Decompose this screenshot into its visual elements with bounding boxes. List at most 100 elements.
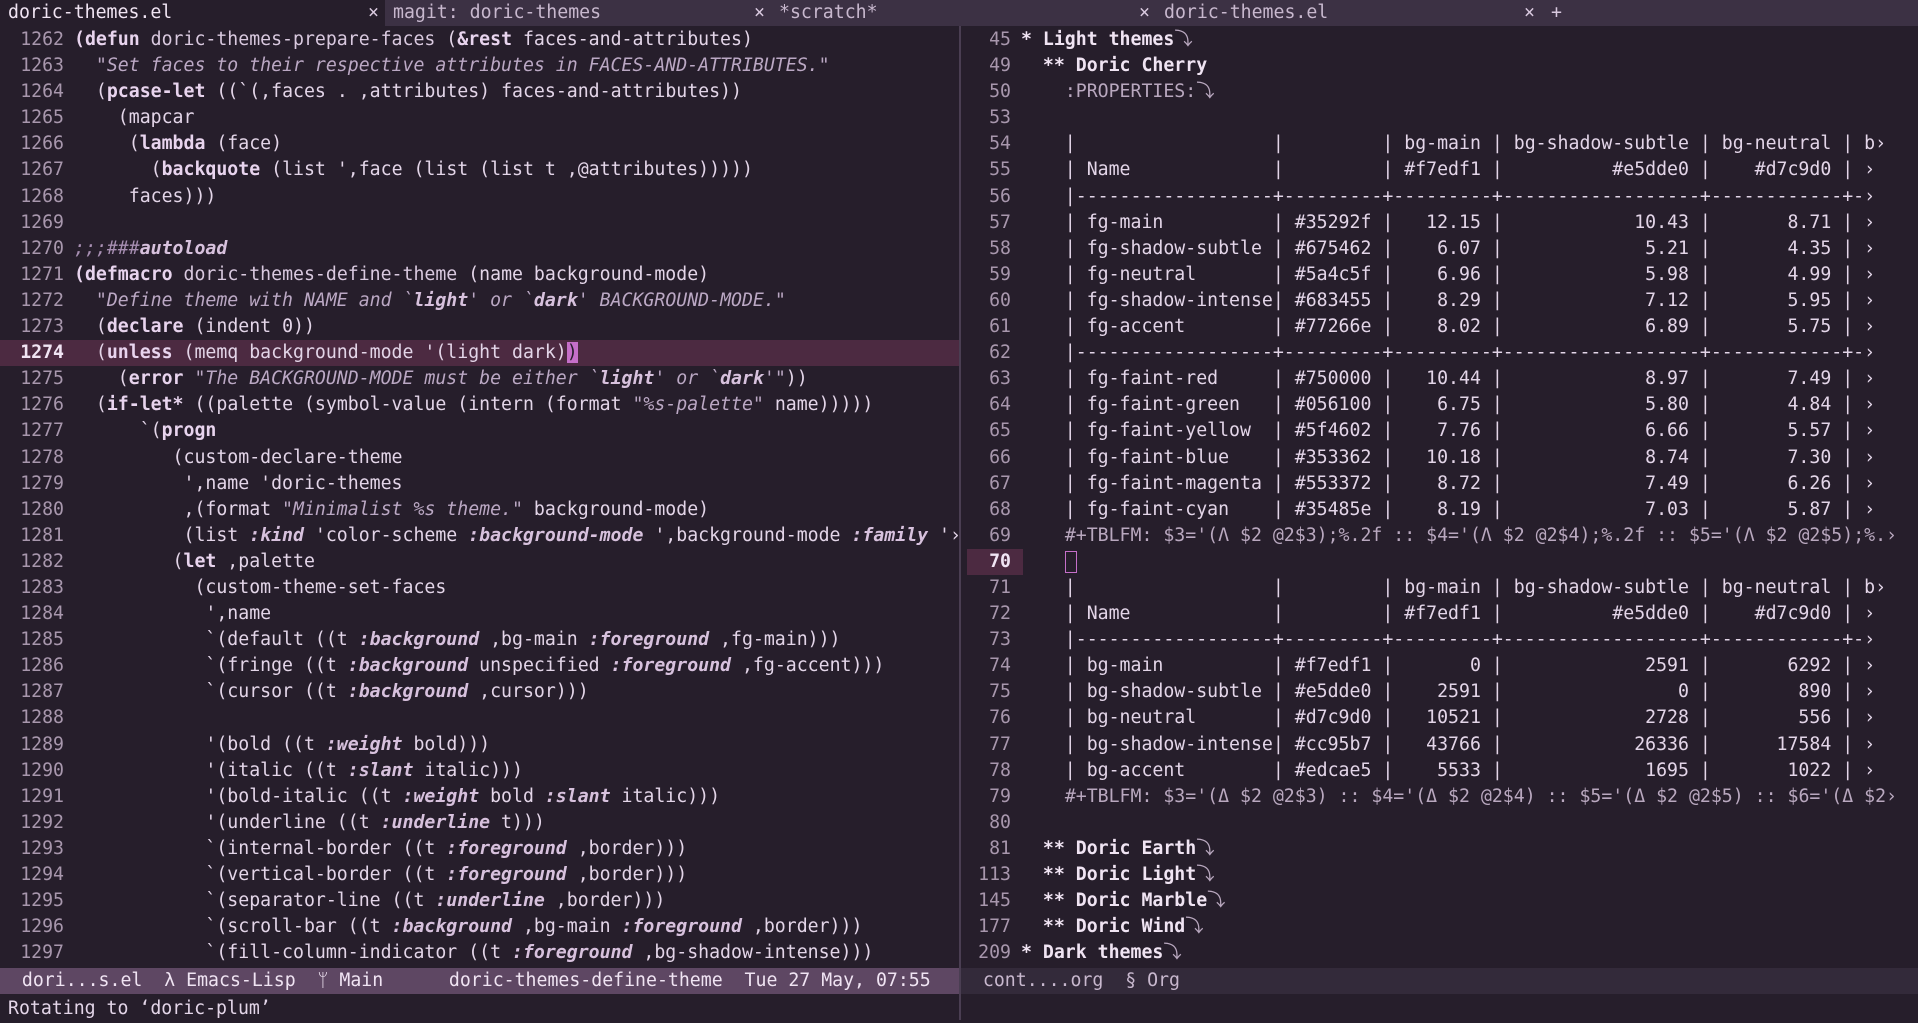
line-text[interactable]: `(progn: [74, 420, 217, 441]
line-text[interactable]: (defun doric-themes-prepare-faces (&rest…: [74, 29, 753, 50]
code-line[interactable]: 1284 ',name: [0, 601, 959, 627]
line-text[interactable]: | fg-accent | #77266e | 8.02 | 6.89 | 5.…: [1021, 316, 1875, 337]
line-text[interactable]: | bg-shadow-intense| #cc95b7 | 43766 | 2…: [1021, 734, 1875, 755]
mode-line-left[interactable]: dori...s.el λ Emacs-Lisp ᛘ Main doric-th…: [0, 968, 959, 994]
line-text[interactable]: ** Doric Light⤵: [1021, 864, 1215, 885]
line-text[interactable]: (custom-theme-set-faces: [74, 577, 446, 598]
line-text[interactable]: * Light themes⤵: [1021, 29, 1193, 50]
code-line[interactable]: 62 |------------------+---------+-------…: [961, 340, 1918, 366]
code-line[interactable]: 55 | Name | | #f7edf1 | #e5dde0 | #d7c9d…: [961, 157, 1918, 183]
code-line[interactable]: 209 * Dark themes⤵: [961, 940, 1918, 966]
line-text[interactable]: | fg-shadow-subtle | #675462 | 6.07 | 5.…: [1021, 238, 1875, 259]
line-text[interactable]: [1021, 550, 1077, 573]
line-text[interactable]: (defmacro doric-themes-define-theme (nam…: [74, 264, 709, 285]
code-line[interactable]: 63 | fg-faint-red | #750000 | 10.44 | 8.…: [961, 366, 1918, 392]
line-text[interactable]: `(internal-border ((t :foreground ,borde…: [74, 838, 687, 859]
line-text[interactable]: | fg-faint-cyan | #35485e | 8.19 | 7.03 …: [1021, 499, 1875, 520]
line-text[interactable]: "Set faces to their respective attribute…: [74, 55, 830, 76]
code-line[interactable]: 1263 "Set faces to their respective attr…: [0, 53, 959, 79]
line-text[interactable]: (unless (memq background-mode '(light da…: [74, 342, 578, 364]
code-line[interactable]: 1291 '(bold-italic ((t :weight bold :sla…: [0, 784, 959, 810]
line-text[interactable]: | bg-neutral | #d7c9d0 | 10521 | 2728 | …: [1021, 707, 1875, 728]
tab-4[interactable]: doric-themes.el ×: [1156, 0, 1541, 26]
code-line[interactable]: 1264 (pcase-let ((`(,faces . ,attributes…: [0, 79, 959, 105]
code-line[interactable]: 177 ** Doric Wind⤵: [961, 914, 1918, 940]
line-text[interactable]: (let ,palette: [74, 551, 315, 572]
code-line[interactable]: 65 | fg-faint-yellow | #5f4602 | 7.76 | …: [961, 418, 1918, 444]
line-text[interactable]: '(underline ((t :underline t))): [74, 812, 544, 833]
code-line[interactable]: 77 | bg-shadow-intense| #cc95b7 | 43766 …: [961, 732, 1918, 758]
code-line[interactable]: 1292 '(underline ((t :underline t))): [0, 810, 959, 836]
line-text[interactable]: :PROPERTIES:⤵: [1021, 81, 1215, 102]
left-editor-pane[interactable]: 1262 (defun doric-themes-prepare-faces (&…: [0, 27, 959, 968]
line-text[interactable]: '(bold ((t :weight bold))): [74, 734, 490, 755]
line-text[interactable]: '(italic ((t :slant italic))): [74, 760, 523, 781]
line-text[interactable]: | fg-shadow-intense| #683455 | 8.29 | 7.…: [1021, 290, 1875, 311]
close-tab-icon[interactable]: ×: [1524, 0, 1535, 26]
code-line[interactable]: 1275 (error "The BACKGROUND-MODE must be…: [0, 366, 959, 392]
mode-line-right[interactable]: cont....org § Org: [961, 968, 1918, 994]
code-line[interactable]: 1274 (unless (memq background-mode '(lig…: [0, 340, 959, 367]
code-line[interactable]: 1293 `(internal-border ((t :foreground ,…: [0, 836, 959, 862]
line-text[interactable]: | bg-main | #f7edf1 | 0 | 2591 | 6292 | …: [1021, 655, 1875, 676]
code-line[interactable]: 1262 (defun doric-themes-prepare-faces (&…: [0, 27, 959, 53]
line-text[interactable]: |------------------+---------+---------+…: [1021, 342, 1875, 363]
line-text[interactable]: | bg-accent | #edcae5 | 5533 | 1695 | 10…: [1021, 760, 1875, 781]
code-line[interactable]: 1286 `(fringe ((t :background unspecifie…: [0, 653, 959, 679]
new-tab-button[interactable]: +: [1541, 0, 1581, 26]
code-line[interactable]: 73 |------------------+---------+-------…: [961, 627, 1918, 653]
line-text[interactable]: * Dark themes⤵: [1021, 942, 1182, 963]
line-text[interactable]: '(bold-italic ((t :weight bold :slant it…: [74, 786, 720, 807]
code-line[interactable]: 1267 (backquote (list ',face (list (list…: [0, 157, 959, 183]
tab-1[interactable]: doric-themes.el ×: [0, 0, 385, 26]
line-text[interactable]: ,(format "Minimalist %s theme." backgrou…: [74, 499, 709, 520]
close-tab-icon[interactable]: ×: [368, 0, 379, 26]
line-text[interactable]: #+TBLFM: $3='(Δ $2 @2$3) :: $4='(Δ $2 @2…: [1021, 786, 1897, 807]
line-text[interactable]: | fg-neutral | #5a4c5f | 6.96 | 5.98 | 4…: [1021, 264, 1875, 285]
line-text[interactable]: ;;;###autoload: [74, 238, 227, 259]
code-line[interactable]: 78 | bg-accent | #edcae5 | 5533 | 1695 |…: [961, 758, 1918, 784]
line-text[interactable]: (declare (indent 0)): [74, 316, 315, 337]
code-line[interactable]: 45 * Light themes⤵: [961, 27, 1918, 53]
code-line[interactable]: 1277 `(progn: [0, 418, 959, 444]
code-line[interactable]: 1273 (declare (indent 0)): [0, 314, 959, 340]
code-line[interactable]: 1285 `(default ((t :background ,bg-main …: [0, 627, 959, 653]
line-text[interactable]: `(separator-line ((t :underline ,border)…: [74, 890, 665, 911]
line-text[interactable]: (custom-declare-theme: [74, 447, 403, 468]
code-line[interactable]: 1278 (custom-declare-theme: [0, 445, 959, 471]
code-line[interactable]: 75 | bg-shadow-subtle | #e5dde0 | 2591 |…: [961, 679, 1918, 705]
code-line[interactable]: 66 | fg-faint-blue | #353362 | 10.18 | 8…: [961, 445, 1918, 471]
line-text[interactable]: ** Doric Marble⤵: [1021, 890, 1225, 911]
close-tab-icon[interactable]: ×: [1139, 0, 1150, 26]
code-line[interactable]: 1288: [0, 705, 959, 731]
code-line[interactable]: 67 | fg-faint-magenta | #553372 | 8.72 |…: [961, 471, 1918, 497]
code-line[interactable]: 80: [961, 810, 1918, 836]
code-line[interactable]: 54 | | | bg-main | bg-shadow-subtle | bg…: [961, 131, 1918, 157]
code-line[interactable]: 61 | fg-accent | #77266e | 8.02 | 6.89 |…: [961, 314, 1918, 340]
line-text[interactable]: (backquote (list ',face (list (list t ,@…: [74, 159, 753, 180]
code-line[interactable]: 113 ** Doric Light⤵: [961, 862, 1918, 888]
line-text[interactable]: ',name 'doric-themes: [74, 473, 402, 494]
code-line[interactable]: 1283 (custom-theme-set-faces: [0, 575, 959, 601]
code-line[interactable]: 50 :PROPERTIES:⤵: [961, 79, 1918, 105]
line-text[interactable]: `(default ((t :background ,bg-main :fore…: [74, 629, 840, 650]
close-tab-icon[interactable]: ×: [754, 0, 765, 26]
line-text[interactable]: ** Doric Earth⤵: [1021, 838, 1215, 859]
right-editor-pane[interactable]: 45 * Light themes⤵ 49 ** Doric Cherry 50 :P…: [961, 27, 1918, 968]
code-line[interactable]: 1297 `(fill-column-indicator ((t :foregr…: [0, 940, 959, 966]
code-line[interactable]: 1269: [0, 210, 959, 236]
line-text[interactable]: |------------------+---------+---------+…: [1021, 629, 1875, 650]
line-text[interactable]: (error "The BACKGROUND-MODE must be eith…: [74, 368, 808, 389]
code-line[interactable]: 1271 (defmacro doric-themes-define-theme …: [0, 262, 959, 288]
code-line[interactable]: 71 | | | bg-main | bg-shadow-subtle | bg…: [961, 575, 1918, 601]
code-line[interactable]: 145 ** Doric Marble⤵: [961, 888, 1918, 914]
code-line[interactable]: 53: [961, 105, 1918, 131]
line-text[interactable]: | fg-faint-blue | #353362 | 10.18 | 8.74…: [1021, 447, 1875, 468]
code-line[interactable]: 1266 (lambda (face): [0, 131, 959, 157]
code-line[interactable]: 74 | bg-main | #f7edf1 | 0 | 2591 | 6292…: [961, 653, 1918, 679]
line-text[interactable]: | | | bg-main | bg-shadow-subtle | bg-ne…: [1021, 577, 1886, 598]
line-text[interactable]: | fg-faint-yellow | #5f4602 | 7.76 | 6.6…: [1021, 420, 1875, 441]
code-line[interactable]: 1270 ;;;###autoload: [0, 236, 959, 262]
code-line[interactable]: 1279 ',name 'doric-themes: [0, 471, 959, 497]
code-line[interactable]: 1282 (let ,palette: [0, 549, 959, 575]
